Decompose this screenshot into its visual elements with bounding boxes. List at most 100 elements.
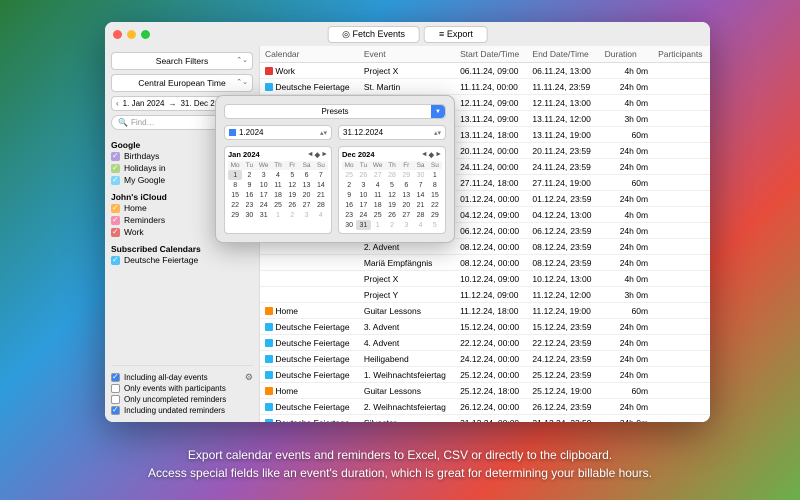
table-row[interactable]: HomeGuitar Lessons11.12.24, 18:0011.12.2… xyxy=(260,303,710,319)
prev-range-icon[interactable]: ‹ xyxy=(116,99,119,108)
checkbox-icon[interactable] xyxy=(111,406,120,415)
calendar-day[interactable]: 28 xyxy=(413,210,427,220)
calendar-day[interactable]: 29 xyxy=(428,210,442,220)
calendar-day[interactable]: 9 xyxy=(242,180,256,190)
export-button[interactable]: ≡ Export xyxy=(424,26,488,43)
calendar-item[interactable]: Deutsche Feiertage xyxy=(111,254,253,266)
calendar-day[interactable]: 26 xyxy=(285,200,299,210)
calendar-day[interactable]: 4 xyxy=(413,220,427,230)
calendar-day[interactable]: 30 xyxy=(342,220,356,230)
checkbox-icon[interactable] xyxy=(111,384,120,393)
calendar-day[interactable]: 7 xyxy=(413,180,427,190)
calendar-day[interactable]: 20 xyxy=(299,190,313,200)
timezone-select[interactable]: Central European Time xyxy=(111,74,253,92)
calendar-day[interactable]: 9 xyxy=(342,190,356,200)
table-row[interactable]: Deutsche Feiertage3. Advent15.12.24, 00:… xyxy=(260,319,710,335)
calendar-day[interactable]: 7 xyxy=(314,170,328,180)
option-row[interactable]: Including undated reminders xyxy=(111,405,253,416)
option-row[interactable]: Only uncompleted reminders xyxy=(111,394,253,405)
calendar-day[interactable]: 27 xyxy=(371,170,385,180)
calendar-day[interactable]: 13 xyxy=(299,180,313,190)
calendar-day[interactable]: 5 xyxy=(285,170,299,180)
table-row[interactable]: HomeGuitar Lessons25.12.24, 18:0025.12.2… xyxy=(260,383,710,399)
calendar-day[interactable]: 2 xyxy=(285,210,299,220)
calendar-day[interactable]: 15 xyxy=(228,190,242,200)
calendar-day[interactable]: 19 xyxy=(385,200,399,210)
stepper-icon[interactable]: ▴▾ xyxy=(434,129,441,137)
option-row[interactable]: Only events with participants xyxy=(111,383,253,394)
calendar-day[interactable]: 6 xyxy=(399,180,413,190)
checkbox-icon[interactable] xyxy=(111,164,120,173)
checkbox-icon[interactable] xyxy=(111,228,120,237)
calendar-day[interactable]: 5 xyxy=(428,220,442,230)
calendar-day[interactable]: 24 xyxy=(257,200,271,210)
calendar-day[interactable]: 21 xyxy=(314,190,328,200)
close-icon[interactable] xyxy=(113,30,122,39)
calendar-day[interactable]: 16 xyxy=(242,190,256,200)
calendar-day[interactable]: 3 xyxy=(299,210,313,220)
calendar-day[interactable]: 19 xyxy=(285,190,299,200)
column-header[interactable]: Calendar xyxy=(260,46,359,63)
calendar-day[interactable]: 29 xyxy=(399,170,413,180)
table-row[interactable]: Deutsche FeiertageSilvester31.12.24, 00:… xyxy=(260,415,710,423)
checkbox-icon[interactable] xyxy=(111,216,120,225)
calendar-day[interactable]: 26 xyxy=(356,170,370,180)
calendar-day[interactable]: 10 xyxy=(356,190,370,200)
calendar-day[interactable]: 31 xyxy=(257,210,271,220)
calendar-day[interactable]: 4 xyxy=(314,210,328,220)
calendar-day[interactable]: 18 xyxy=(371,200,385,210)
calendar-day[interactable]: 22 xyxy=(428,200,442,210)
calendar-day[interactable]: 4 xyxy=(371,180,385,190)
checkbox-icon[interactable] xyxy=(111,373,120,382)
table-row[interactable]: WorkProject X06.11.24, 09:0006.11.24, 13… xyxy=(260,63,710,79)
column-header[interactable]: Start Date/Time xyxy=(455,46,527,63)
calendar-day[interactable]: 1 xyxy=(271,210,285,220)
calendar-day[interactable]: 22 xyxy=(228,200,242,210)
option-row[interactable]: Including all-day events xyxy=(111,372,253,383)
calendar-day[interactable]: 8 xyxy=(228,180,242,190)
calendar-day[interactable]: 25 xyxy=(271,200,285,210)
calendar-day[interactable]: 30 xyxy=(413,170,427,180)
calendar-day[interactable]: 16 xyxy=(342,200,356,210)
calendar-day[interactable]: 17 xyxy=(356,200,370,210)
presets-select[interactable]: Presets xyxy=(224,104,446,119)
calendar-day[interactable]: 2 xyxy=(385,220,399,230)
calendar-day[interactable]: 23 xyxy=(242,200,256,210)
table-row[interactable]: Mariä Empfängnis08.12.24, 00:0008.12.24,… xyxy=(260,255,710,271)
calendar-day[interactable]: 30 xyxy=(242,210,256,220)
calendar-day[interactable]: 6 xyxy=(299,170,313,180)
today-icon[interactable]: ◆ xyxy=(315,151,320,159)
checkbox-icon[interactable] xyxy=(111,152,120,161)
prev-month-icon[interactable]: ◄ xyxy=(421,151,428,159)
table-row[interactable]: Deutsche Feiertage4. Advent22.12.24, 00:… xyxy=(260,335,710,351)
calendar-day[interactable]: 27 xyxy=(399,210,413,220)
calendar-day[interactable]: 2 xyxy=(242,170,256,180)
calendar-day[interactable]: 28 xyxy=(385,170,399,180)
calendar-day[interactable]: 31 xyxy=(356,220,370,230)
calendar-day[interactable]: 28 xyxy=(314,200,328,210)
stepper-icon[interactable]: ▴▾ xyxy=(320,129,327,137)
calendar-day[interactable]: 1 xyxy=(228,170,242,180)
calendar-day[interactable]: 15 xyxy=(428,190,442,200)
calendar-day[interactable]: 5 xyxy=(385,180,399,190)
calendar-day[interactable]: 2 xyxy=(342,180,356,190)
checkbox-icon[interactable] xyxy=(111,176,120,185)
today-icon[interactable]: ◆ xyxy=(429,151,434,159)
next-month-icon[interactable]: ► xyxy=(321,151,328,159)
calendar-day[interactable]: 12 xyxy=(385,190,399,200)
column-header[interactable]: Event xyxy=(359,46,455,63)
calendar-day[interactable]: 27 xyxy=(299,200,313,210)
calendar-day[interactable]: 26 xyxy=(385,210,399,220)
calendar-day[interactable]: 3 xyxy=(399,220,413,230)
column-header[interactable]: End Date/Time xyxy=(527,46,599,63)
prev-month-icon[interactable]: ◄ xyxy=(307,151,314,159)
search-filters-select[interactable]: Search Filters xyxy=(111,52,253,70)
calendar-day[interactable]: 8 xyxy=(428,180,442,190)
calendar-day[interactable]: 1 xyxy=(371,220,385,230)
minimize-icon[interactable] xyxy=(127,30,136,39)
calendar-day[interactable]: 12 xyxy=(285,180,299,190)
gear-icon[interactable]: ⚙ xyxy=(245,372,253,383)
table-row[interactable]: Deutsche Feiertage2. Weihnachtsfeiertag2… xyxy=(260,399,710,415)
table-row[interactable]: Project X10.12.24, 09:0010.12.24, 13:004… xyxy=(260,271,710,287)
calendar-day[interactable]: 14 xyxy=(314,180,328,190)
